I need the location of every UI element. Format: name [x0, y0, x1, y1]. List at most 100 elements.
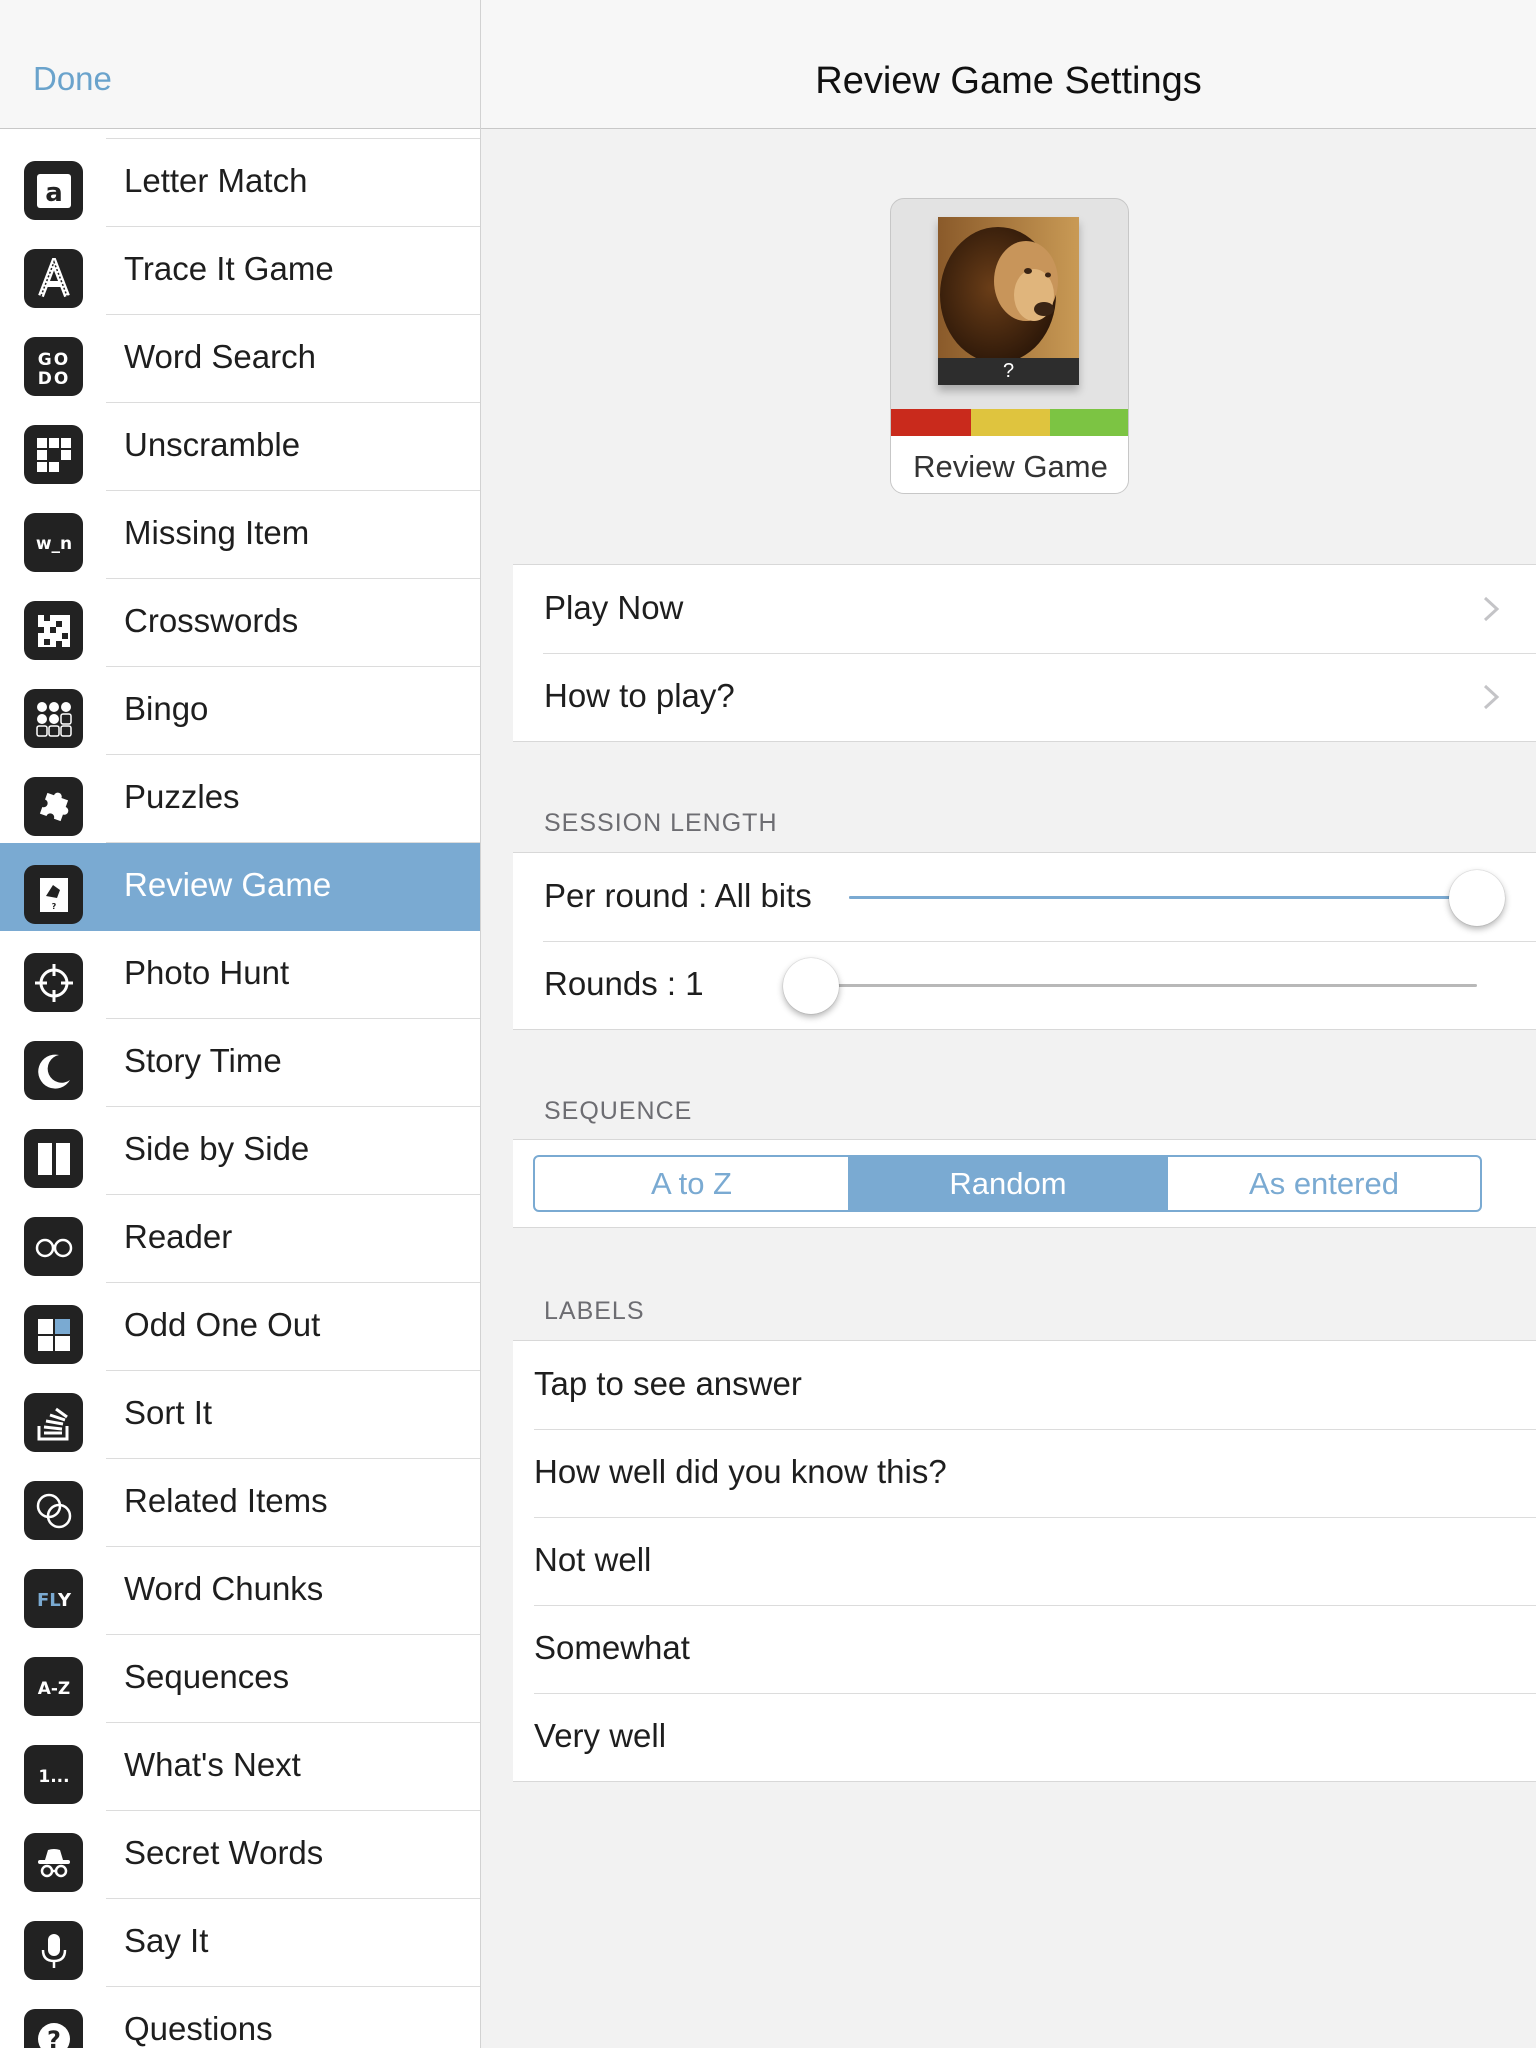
label-text: Not well [534, 1541, 652, 1578]
sidebar-item-reader[interactable]: Reader [0, 1195, 480, 1283]
sidebar-item-label: Say It [124, 1922, 209, 1959]
sidebar-item-label: What's Next [124, 1746, 301, 1783]
letter-a-icon: a [24, 161, 83, 220]
sidebar-item-letter-match[interactable]: a Letter Match [0, 139, 480, 227]
sequence-group: A to Z Random As entered [513, 1139, 1536, 1228]
crosshair-icon [24, 953, 83, 1012]
chevron-right-icon [1483, 596, 1500, 622]
sidebar-item-label: Related Items [124, 1482, 328, 1519]
rating-bar-green [1050, 409, 1128, 436]
crossword-grid-icon [24, 601, 83, 660]
segment-random[interactable]: Random [848, 1157, 1166, 1210]
sidebar-item-label: Word Search [124, 338, 316, 375]
rating-bar-yellow [970, 409, 1051, 436]
sidebar-item-word-search[interactable]: GO DO Word Search [0, 315, 480, 403]
svg-text:a: a [45, 178, 63, 208]
segment-a-to-z[interactable]: A to Z [535, 1157, 848, 1210]
sidebar-item-questions[interactable]: ? Questions [0, 1987, 480, 2048]
sidebar-item-label: Sequences [124, 1658, 290, 1695]
play-now-row[interactable]: Play Now [513, 565, 1536, 653]
rounds-slider-knob[interactable] [783, 958, 839, 1014]
bingo-dots-icon [24, 689, 83, 748]
play-now-label: Play Now [544, 589, 684, 626]
settings-panel: Review Game Settings ? Review Game Play … [481, 0, 1536, 2048]
glasses-icon [24, 1217, 83, 1276]
sidebar-item-label: Photo Hunt [124, 954, 290, 991]
spy-hat-icon [24, 1833, 83, 1892]
sidebar-item-whats-next[interactable]: 1... What's Next [0, 1723, 480, 1811]
letter-trace-icon [24, 249, 83, 308]
sidebar-item-label: Unscramble [124, 426, 301, 463]
sidebar-item-label: Sort It [124, 1394, 213, 1431]
sidebar-item-label: Word Chunks [124, 1570, 324, 1607]
moon-icon [24, 1041, 83, 1100]
word-chunks-icon: FLY [24, 1569, 83, 1628]
svg-text:FLY: FLY [36, 1590, 71, 1611]
sidebar-item-label: Trace It Game [124, 250, 334, 287]
sidebar-item-label: Crosswords [124, 602, 299, 639]
label-field[interactable]: Not well [513, 1517, 1536, 1605]
label-text: Very well [534, 1717, 667, 1754]
svg-text:w_n: w_n [35, 534, 71, 554]
section-title-labels: LABELS [544, 1297, 645, 1325]
word-search-icon: GO DO [24, 337, 83, 396]
how-to-play-label: How to play? [544, 677, 735, 714]
how-to-play-row[interactable]: How to play? [513, 653, 1536, 741]
sidebar-item-label: Questions [124, 2010, 273, 2047]
sidebar-item-unscramble[interactable]: Unscramble [0, 403, 480, 491]
sidebar-item-missing-item[interactable]: w_n Missing Item [0, 491, 480, 579]
section-title-session-length: SESSION LENGTH [544, 809, 778, 837]
svg-text:?: ? [47, 2026, 61, 2048]
sidebar-item-sequences[interactable]: A-Z Sequences [0, 1635, 480, 1723]
per-round-label: Per round : All bits [544, 877, 812, 914]
game-list[interactable]: a Letter Match Trace It Game GO DO Word S… [0, 139, 480, 2048]
sidebar-item-odd-one-out[interactable]: Odd One Out [0, 1283, 480, 1371]
sidebar-item-label: Missing Item [124, 514, 310, 551]
a-to-z-icon: A-Z [24, 1657, 83, 1716]
label-field[interactable]: How well did you know this? [513, 1429, 1536, 1517]
four-squares-icon [24, 1305, 83, 1364]
sidebar-item-say-it[interactable]: Say It [0, 1899, 480, 1987]
sidebar-item-sort-it[interactable]: Sort It [0, 1371, 480, 1459]
sidebar-item-related-items[interactable]: Related Items [0, 1459, 480, 1547]
labels-group: Tap to see answer How well did you know … [513, 1340, 1536, 1782]
per-round-slider-knob[interactable] [1449, 870, 1505, 926]
label-field[interactable]: Tap to see answer [513, 1341, 1536, 1429]
session-length-group: Per round : All bits Rounds : 1 [513, 852, 1536, 1030]
done-button[interactable]: Done [33, 60, 112, 98]
sidebar-item-label: Reader [124, 1218, 233, 1255]
stack-icon [24, 1393, 83, 1452]
grid-blocks-icon [24, 425, 83, 484]
sidebar-item-secret-words[interactable]: Secret Words [0, 1811, 480, 1899]
lion-photo: ? [938, 217, 1079, 385]
sequence-segmented-control[interactable]: A to Z Random As entered [533, 1155, 1482, 1212]
sidebar-item-photo-hunt[interactable]: Photo Hunt [0, 931, 480, 1019]
segment-as-entered[interactable]: As entered [1166, 1157, 1480, 1210]
label-text: How well did you know this? [534, 1453, 947, 1490]
label-field[interactable]: Somewhat [513, 1605, 1536, 1693]
svg-text:DO: DO [37, 369, 70, 388]
review-card-icon: ? [24, 865, 83, 924]
sidebar-item-label: Odd One Out [124, 1306, 321, 1343]
navigation-bar: Review Game Settings [481, 0, 1536, 129]
sidebar-item-trace-it-game[interactable]: Trace It Game [0, 227, 480, 315]
rounds-slider-track[interactable] [811, 984, 1477, 987]
svg-text:?: ? [51, 902, 56, 911]
sidebar-item-story-time[interactable]: Story Time [0, 1019, 480, 1107]
svg-text:1...: 1... [38, 1767, 69, 1787]
sidebar-header: Done [0, 0, 480, 129]
rounds-label: Rounds : 1 [544, 965, 704, 1002]
sidebar-item-review-game[interactable]: ? Review Game [0, 843, 480, 931]
sidebar-item-crosswords[interactable]: Crosswords [0, 579, 480, 667]
label-text: Tap to see answer [534, 1365, 802, 1402]
sidebar-item-puzzles[interactable]: Puzzles [0, 755, 480, 843]
sidebar-item-word-chunks[interactable]: FLY Word Chunks [0, 1547, 480, 1635]
puzzle-piece-icon [24, 777, 83, 836]
sidebar-item-side-by-side[interactable]: Side by Side [0, 1107, 480, 1195]
svg-text:A-Z: A-Z [37, 1679, 70, 1699]
label-field[interactable]: Very well [513, 1693, 1536, 1781]
section-title-sequence: SEQUENCE [544, 1097, 693, 1125]
side-by-side-icon [24, 1129, 83, 1188]
sidebar-item-label: Secret Words [124, 1834, 324, 1871]
sidebar-item-bingo[interactable]: Bingo [0, 667, 480, 755]
